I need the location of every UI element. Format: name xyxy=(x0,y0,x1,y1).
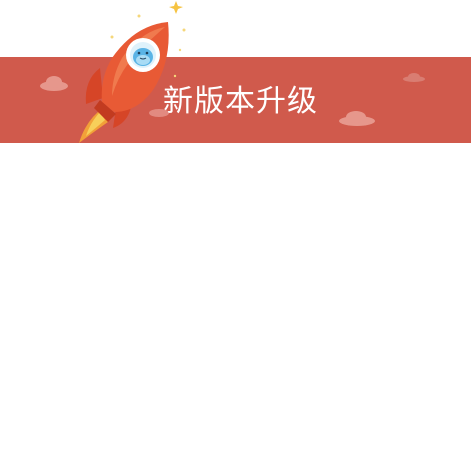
update-dialog: 新版本升级 xyxy=(0,0,471,466)
star-icon xyxy=(169,1,183,14)
dialog-title: 新版本升级 xyxy=(163,84,318,119)
